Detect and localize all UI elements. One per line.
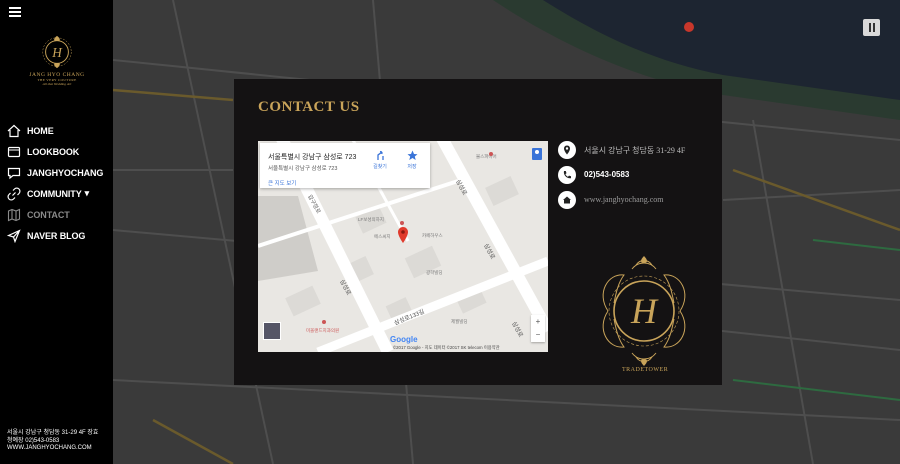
sidebar-footer: 서울시 강남구 청담동 31-29 4F 장효 청예장 02)543-0583 … bbox=[7, 430, 98, 453]
emblem-monogram: H bbox=[630, 291, 659, 331]
save-label: 저장 bbox=[407, 164, 417, 170]
directions-label: 길찾기 bbox=[373, 164, 387, 170]
location-pin-icon bbox=[558, 141, 576, 159]
map-zoom-controls: + − bbox=[531, 315, 545, 342]
map-card-sub-address: 서울특별시 강남구 삼성로 723 bbox=[268, 166, 338, 172]
contact-address: 서울시 강남구 청담동 31-29 4F bbox=[584, 146, 686, 155]
chat-icon bbox=[7, 167, 21, 179]
sidebar-item-contact[interactable]: CONTACT bbox=[7, 204, 103, 225]
zoom-out-button[interactable]: − bbox=[531, 328, 545, 341]
star-icon bbox=[407, 150, 417, 160]
page: H JANG HYO CHANG THE VERY COUTURE All th… bbox=[0, 0, 900, 464]
map-info-card: 서울특별시 강남구 삼성로 723 서울특별시 강남구 삼성로 723 큰 지도… bbox=[260, 143, 430, 188]
home-icon bbox=[7, 124, 21, 137]
map-place-label: 카페하우스 bbox=[422, 232, 443, 239]
monogram-emblem-icon: H bbox=[602, 256, 686, 366]
map-place-label: 불스파이어 bbox=[476, 153, 497, 160]
map-place-label: 광학빌딩 bbox=[426, 269, 443, 276]
footer-phone: 청예장 02)543-0583 bbox=[7, 437, 60, 444]
sidebar-item-home[interactable]: HOME bbox=[7, 120, 103, 141]
sidebar-item-label: CONTACT bbox=[27, 209, 70, 220]
sidebar-item-lookbook[interactable]: LOOKBOOK bbox=[7, 141, 103, 162]
footer-website[interactable]: WWW.JANGHYOCHANG.COM bbox=[7, 445, 98, 453]
directions-icon bbox=[376, 150, 384, 160]
sidebar: H JANG HYO CHANG THE VERY COUTURE All th… bbox=[0, 0, 113, 464]
sidebar-item-janghyochang[interactable]: JANGHYOCHANG bbox=[7, 162, 103, 183]
home-icon bbox=[558, 191, 576, 209]
map-attribution[interactable]: ©2017 Google - 지도 데이터 ©2017 SK telecom 이… bbox=[393, 345, 500, 351]
map-icon bbox=[7, 208, 21, 221]
menu-toggle-icon[interactable] bbox=[9, 7, 21, 17]
brand-logo[interactable]: H JANG HYO CHANG THE VERY COUTURE All th… bbox=[28, 33, 86, 97]
map-place-label: 미올랜드치과의원 bbox=[306, 327, 339, 334]
phone-icon bbox=[558, 166, 576, 184]
map-place-label: 에스씨지 bbox=[374, 233, 391, 240]
send-icon bbox=[7, 228, 21, 243]
sidebar-item-label: JANGHYOCHANG bbox=[27, 167, 104, 178]
sidebar-item-community[interactable]: COMMUNITY ▾ bbox=[7, 183, 103, 204]
street-view-pegman-icon[interactable] bbox=[532, 148, 542, 160]
embedded-google-map[interactable]: 삼성로 삼성로 삼성로 삼성로 삼성로133길 압구정로 LF보성의하지 불스파… bbox=[258, 141, 548, 352]
sidebar-nav: HOME LOOKBOOK JANGHYOCHANG COMMUNITY ▾ C… bbox=[7, 120, 103, 246]
zoom-in-button[interactable]: + bbox=[531, 315, 545, 328]
monogram-emblem-icon: H bbox=[42, 35, 72, 69]
satellite-toggle-thumbnail[interactable] bbox=[263, 322, 281, 340]
map-place-label: 제월빌딩 bbox=[451, 318, 468, 325]
map-pin-icon[interactable] bbox=[398, 227, 408, 243]
chevron-down-icon: ▾ bbox=[84, 188, 90, 198]
contact-phone[interactable]: 02)543-0583 bbox=[584, 170, 629, 179]
sidebar-item-label: NAVER BLOG bbox=[27, 230, 86, 241]
google-logo: Google bbox=[390, 335, 418, 344]
pause-button[interactable] bbox=[863, 19, 880, 36]
logo-monogram: H bbox=[51, 45, 63, 60]
sidebar-item-label: COMMUNITY bbox=[27, 188, 82, 199]
map-place-label: LF보성의하지 bbox=[358, 216, 384, 223]
brand-script: All that Wedding Art bbox=[42, 82, 72, 86]
map-card-address: 서울특별시 강남구 삼성로 723 bbox=[268, 154, 357, 161]
sidebar-item-label: HOME bbox=[27, 125, 54, 136]
emblem-caption: TRADETOWER bbox=[622, 367, 669, 373]
link-icon bbox=[7, 186, 21, 201]
sidebar-item-naver-blog[interactable]: NAVER BLOG bbox=[7, 225, 103, 246]
directions-button[interactable]: 길찾기 bbox=[368, 150, 392, 170]
sidebar-item-label: LOOKBOOK bbox=[27, 146, 80, 157]
book-icon bbox=[7, 146, 21, 157]
larger-map-link[interactable]: 큰 지도 보기 bbox=[268, 179, 296, 187]
contact-website-link[interactable]: www.janghyochang.com bbox=[584, 195, 663, 204]
modal-title: CONTACT US bbox=[258, 99, 360, 115]
footer-address: 서울시 강남구 청담동 31-29 4F 장효 bbox=[7, 430, 99, 436]
save-button[interactable]: 저장 bbox=[400, 150, 424, 170]
contact-modal: CONTACT US 삼성로 삼성로 삼성로 삼성로 삼성로133길 압구정로 … bbox=[234, 79, 722, 385]
